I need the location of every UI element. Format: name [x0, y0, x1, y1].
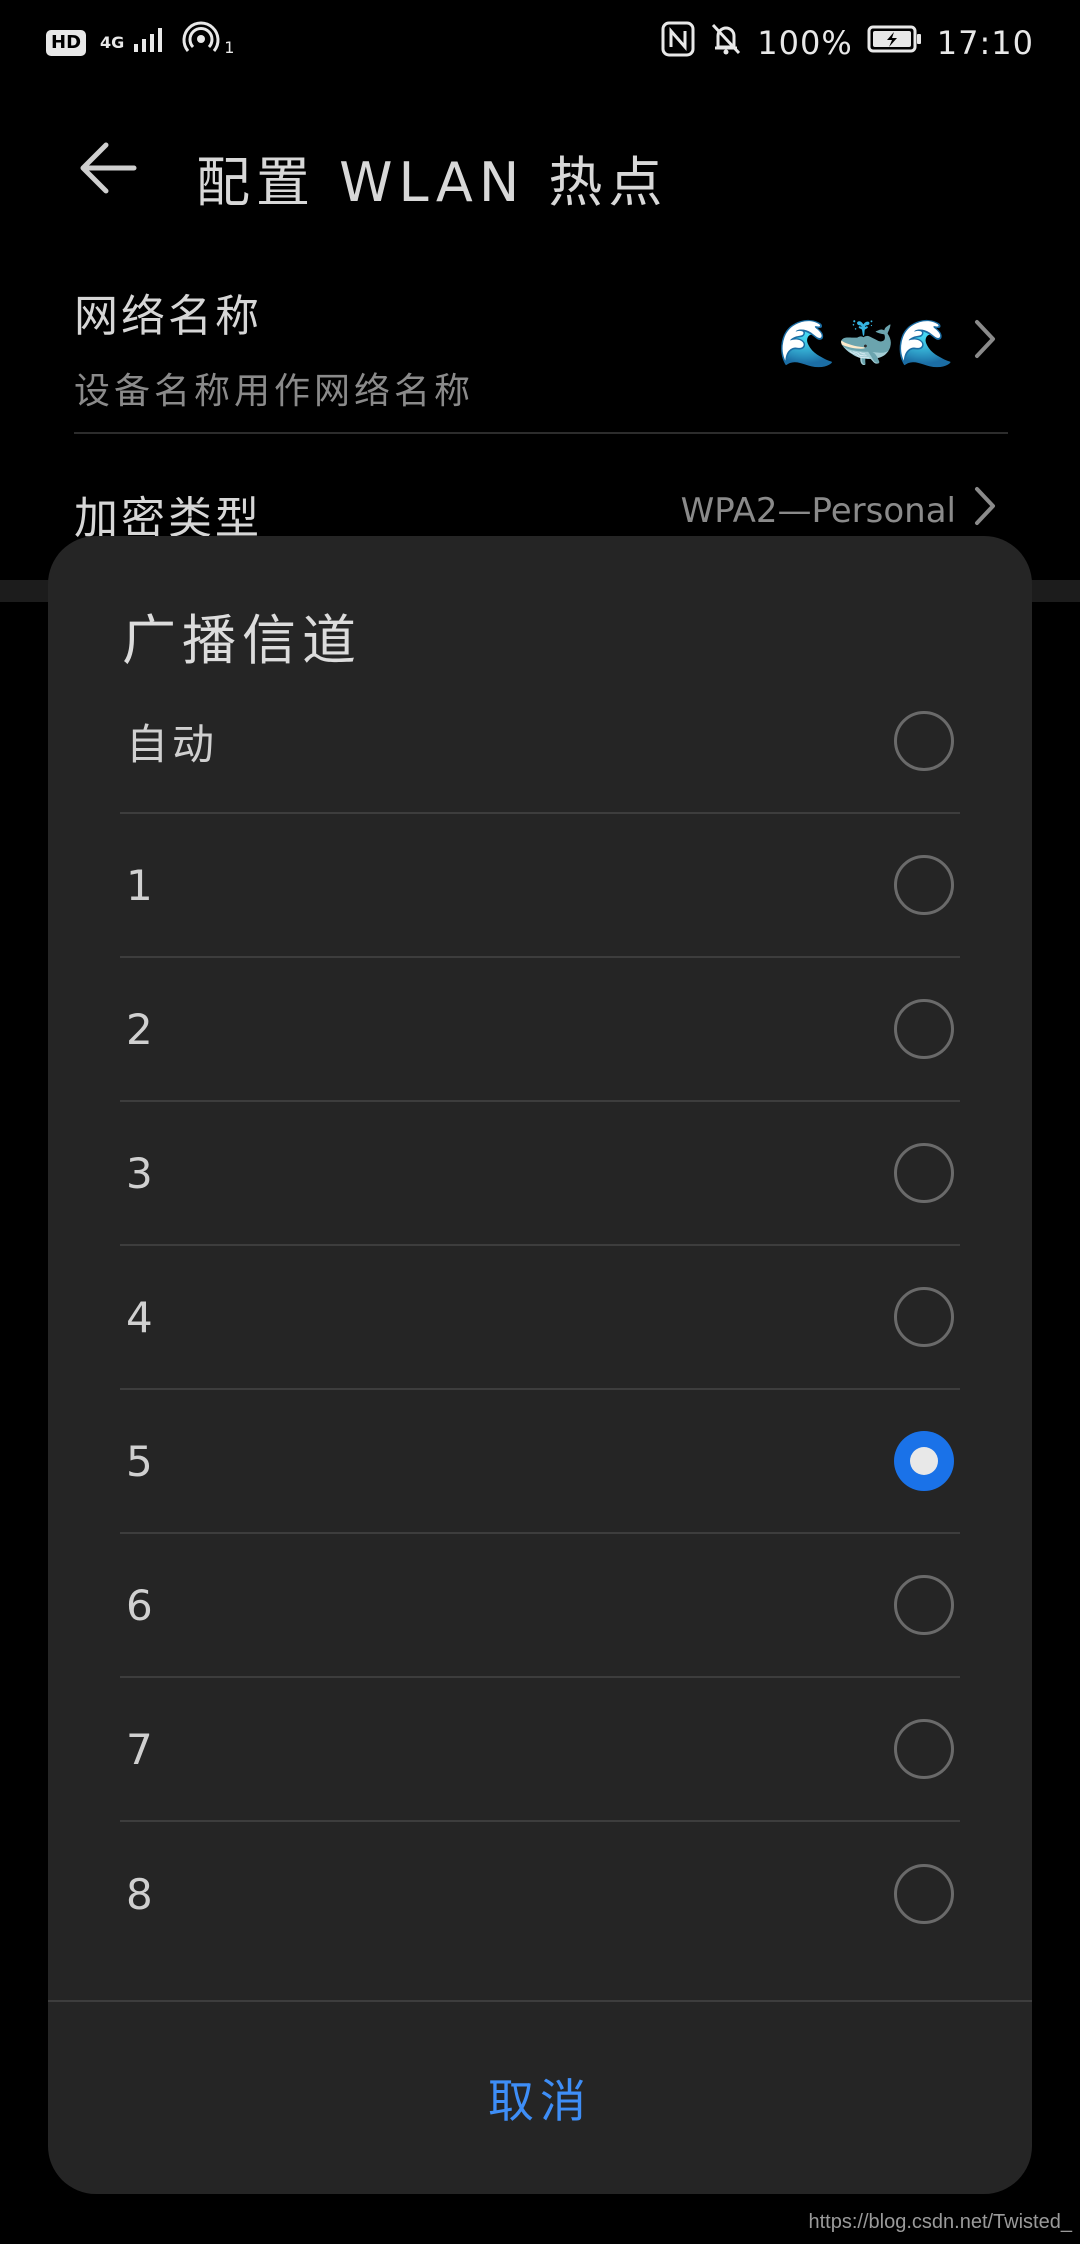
battery-percentage: 100% — [757, 24, 853, 62]
radio-button[interactable] — [894, 999, 954, 1059]
option-label: 6 — [126, 1580, 157, 1630]
channel-option-auto[interactable]: 自动 — [120, 670, 960, 814]
option-label: 3 — [126, 1148, 157, 1198]
channel-option-2[interactable]: 2 — [120, 958, 960, 1102]
nfc-icon — [661, 21, 695, 65]
network-name-row[interactable]: 网络名称 设备名称用作网络名称 🌊🐳🌊 — [74, 280, 1008, 434]
battery-charging-icon — [867, 24, 923, 62]
status-left: HD 4G 1 — [46, 20, 234, 66]
radio-button[interactable] — [894, 711, 954, 771]
page-title: 配置 WLAN 热点 — [196, 151, 669, 214]
chevron-right-icon — [974, 319, 996, 368]
bell-muted-icon — [709, 21, 743, 65]
radio-button[interactable] — [894, 1287, 954, 1347]
dialog-title: 广播信道 — [122, 609, 362, 672]
option-label: 5 — [126, 1436, 157, 1486]
option-label: 7 — [126, 1724, 157, 1774]
hd-badge: HD — [46, 30, 87, 56]
channel-option-5[interactable]: 5 — [120, 1390, 960, 1534]
hotspot-icon — [182, 20, 220, 66]
radio-button[interactable] — [894, 1575, 954, 1635]
status-right: 100% 17:10 — [661, 21, 1034, 65]
channel-option-3[interactable]: 3 — [120, 1102, 960, 1246]
network-name-value: 🌊🐳🌊 — [778, 316, 956, 370]
channel-option-4[interactable]: 4 — [120, 1246, 960, 1390]
encryption-type-value: WPA2—Personal — [680, 490, 956, 531]
status-bar: HD 4G 1 100% 17:10 — [0, 0, 1080, 86]
channel-option-6[interactable]: 6 — [120, 1534, 960, 1678]
arrow-left-icon — [78, 141, 138, 199]
encryption-type-row[interactable]: 加密类型 WPA2—Personal — [74, 482, 1008, 544]
radio-button-selected[interactable] — [894, 1431, 954, 1491]
option-label: 8 — [126, 1869, 157, 1919]
broadcast-channel-dialog: 广播信道 自动 1 2 3 4 5 6 7 8 取消 — [48, 536, 1032, 2194]
radio-button[interactable] — [894, 855, 954, 915]
app-header: 配置 WLAN 热点 — [0, 120, 1080, 220]
cancel-button[interactable]: 取消 — [48, 2002, 1032, 2194]
signal-icon — [132, 24, 168, 62]
channel-option-8[interactable]: 8 — [120, 1822, 960, 1966]
option-label: 2 — [126, 1004, 157, 1054]
option-label: 自动 — [126, 719, 219, 769]
channel-option-1[interactable]: 1 — [120, 814, 960, 958]
channel-option-7[interactable]: 7 — [120, 1678, 960, 1822]
network-type: 4G — [100, 33, 125, 52]
radio-button[interactable] — [894, 1143, 954, 1203]
source-watermark: https://blog.csdn.net/Twisted_ — [808, 2211, 1073, 2233]
network-name-value-group: 🌊🐳🌊 — [778, 316, 996, 371]
back-button[interactable] — [76, 140, 140, 200]
chevron-right-icon — [974, 486, 996, 535]
radio-button[interactable] — [894, 1719, 954, 1779]
option-label: 4 — [126, 1292, 157, 1342]
encryption-type-value-group: WPA2—Personal — [681, 486, 996, 535]
option-label: 1 — [126, 860, 157, 910]
channel-option-list: 自动 1 2 3 4 5 6 7 8 — [120, 670, 960, 1966]
clock: 17:10 — [936, 24, 1034, 62]
hotspot-count: 1 — [224, 38, 235, 57]
radio-button[interactable] — [894, 1864, 954, 1924]
